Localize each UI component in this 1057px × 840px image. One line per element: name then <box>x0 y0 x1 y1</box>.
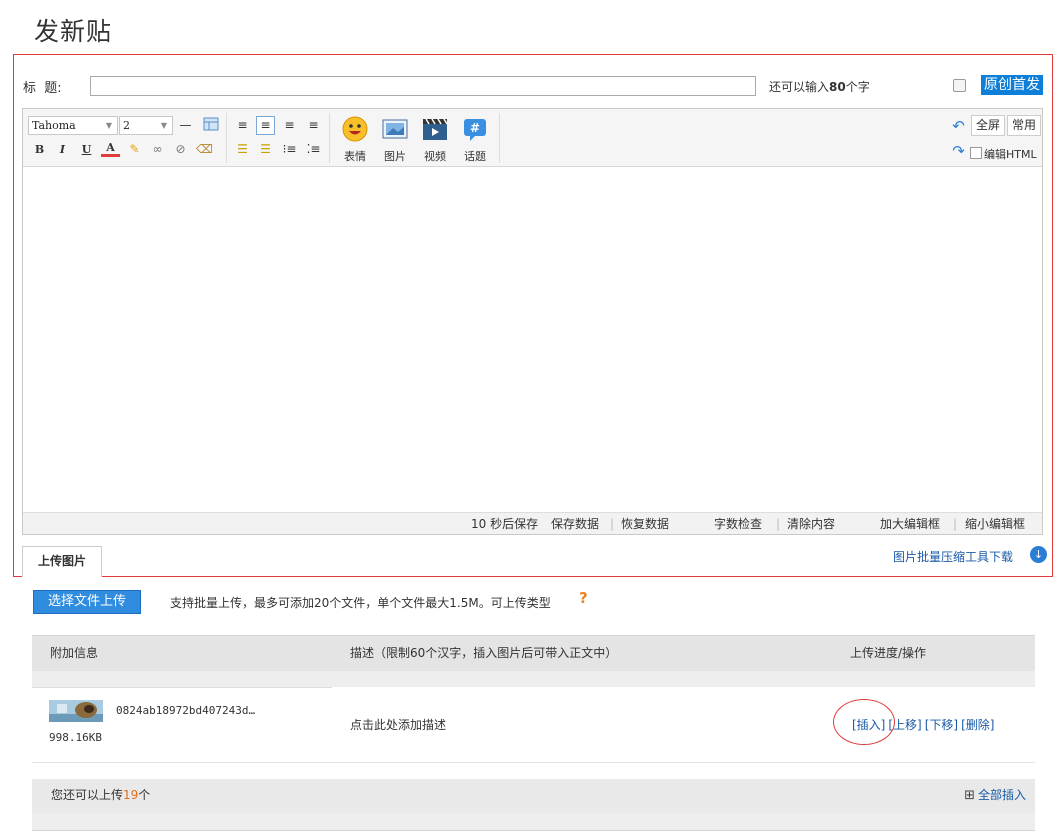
align-right-icon[interactable]: ≡ <box>304 116 323 135</box>
description-field[interactable]: 点击此处添加描述 <box>350 716 446 733</box>
upload-remaining-text: 您还可以上传19个 <box>51 788 151 802</box>
original-first-label[interactable]: 原创首发 <box>981 75 1043 95</box>
tab-upload-image[interactable]: 上传图片 <box>22 546 102 577</box>
svg-text:#: # <box>470 121 480 135</box>
table-row: 0824ab18972bd407243d… 998.16KB 点击此处添加描述 … <box>32 687 1035 763</box>
chevron-down-icon: ▼ <box>105 121 112 130</box>
fullscreen-button[interactable]: 全屏 <box>971 115 1006 136</box>
insert-all-button[interactable]: ⊞ 全部插入 <box>964 779 1026 812</box>
word-check-link[interactable]: 字数检查 <box>714 513 762 535</box>
rich-text-editor: Tahoma ▼ 2 ▼ — ≡ ≡ ≡ ≡ B I U A ✎ ∞ ⊘ ⌫ ☰ ☰… <box>22 108 1043 535</box>
link-icon[interactable]: ∞ <box>148 140 167 159</box>
save-data-link[interactable]: 保存数据 <box>551 513 599 535</box>
page-title: 发新贴 <box>34 17 113 46</box>
title-remaining-text: 还可以输入80个字 <box>769 80 870 94</box>
outdent-icon[interactable]: ☰ <box>256 140 275 159</box>
bold-icon[interactable]: B <box>30 140 49 159</box>
column-header: 附加信息 <box>50 646 99 660</box>
grid-icon: ⊞ <box>964 788 975 803</box>
table-header: 附加信息 描述（限制60个汉字，插入图片后可带入正文中） 上传进度/操作 <box>32 635 1035 671</box>
title-remaining-count: 80 <box>829 80 846 94</box>
undo-icon[interactable]: ↶ <box>949 117 968 136</box>
emoji-icon <box>342 116 368 142</box>
column-header: 上传进度/操作 <box>850 646 927 660</box>
image-button[interactable]: 图片 <box>378 113 412 165</box>
editor-toolbar: Tahoma ▼ 2 ▼ — ≡ ≡ ≡ ≡ B I U A ✎ ∞ ⊘ ⌫ ☰ ☰… <box>23 109 1042 167</box>
clear-format-icon[interactable]: ⌫ <box>195 140 214 159</box>
shrink-editor-link[interactable]: 缩小编辑框 <box>965 513 1025 535</box>
video-button[interactable]: 视频 <box>418 113 452 165</box>
edit-html-checkbox[interactable] <box>970 147 982 159</box>
editor-content-area[interactable] <box>23 167 1042 514</box>
emoji-button[interactable]: 表情 <box>338 113 372 165</box>
unlink-icon[interactable]: ⊘ <box>171 140 190 159</box>
move-down-link[interactable]: [下移] <box>925 718 958 732</box>
editor-statusbar: 10 秒后保存 保存数据 | 恢复数据 字数检查 | 清除内容 加大编辑框 | … <box>23 512 1042 534</box>
edit-html-label: 编辑HTML <box>984 148 1037 161</box>
divider: | <box>953 517 958 531</box>
restore-data-link[interactable]: 恢复数据 <box>621 513 669 535</box>
table-spacer <box>32 671 1035 687</box>
file-size: 998.16KB <box>49 731 102 744</box>
redo-icon[interactable]: ↷ <box>949 142 968 161</box>
ordered-list-icon[interactable]: ⁝≡ <box>280 140 299 159</box>
delete-link[interactable]: [删除] <box>961 718 994 732</box>
unordered-list-icon[interactable]: ⁚≡ <box>304 140 323 159</box>
upload-tip: 支持批量上传，最多可添加20个文件，单个文件最大1.5M。可上传类型 <box>170 596 551 610</box>
font-color-icon[interactable]: A <box>101 140 120 157</box>
title-row: 标 题: 还可以输入80个字 原创首发 <box>14 73 1052 99</box>
hashtag-icon: # <box>464 119 486 141</box>
video-icon <box>423 118 448 140</box>
highlight-circle <box>833 699 895 745</box>
help-icon[interactable]: ? <box>579 589 588 607</box>
table-bottom-band <box>32 813 1035 831</box>
row-divider <box>32 687 332 688</box>
align-left-icon[interactable]: ≡ <box>233 116 252 135</box>
chevron-down-icon: ▼ <box>160 121 167 130</box>
enlarge-editor-link[interactable]: 加大编辑框 <box>880 513 940 535</box>
font-size-select[interactable]: 2 ▼ <box>119 116 173 135</box>
download-icon[interactable]: ↓ <box>1030 546 1047 563</box>
autosave-countdown: 10 秒后保存 <box>471 517 539 531</box>
table-spacer <box>32 763 1035 779</box>
indent-icon[interactable]: ☰ <box>233 140 252 159</box>
title-label: 标 题: <box>23 81 62 96</box>
toolbar-separator <box>499 113 500 163</box>
batch-compress-tool-link[interactable]: 图片批量压缩工具下载 <box>893 548 1013 565</box>
align-justify-icon[interactable]: ≡ <box>256 116 275 135</box>
divider: | <box>776 517 781 531</box>
table-footer: 您还可以上传19个 ⊞ 全部插入 <box>32 779 1035 813</box>
clear-content-link[interactable]: 清除内容 <box>787 513 835 535</box>
choose-file-button[interactable]: 选择文件上传 <box>33 590 141 614</box>
file-name: 0824ab18972bd407243d… <box>116 704 256 717</box>
upload-table: 附加信息 描述（限制60个汉字，插入图片后可带入正文中） 上传进度/操作 082… <box>32 635 1035 831</box>
divider: | <box>610 517 615 531</box>
align-center-icon[interactable]: ≡ <box>280 116 299 135</box>
underline-icon[interactable]: U <box>77 140 96 159</box>
column-header: 描述（限制60个汉字，插入图片后可带入正文中） <box>350 646 618 660</box>
toolbar-separator <box>226 113 227 163</box>
italic-icon[interactable]: I <box>53 140 72 159</box>
toolbar-separator <box>329 113 330 163</box>
highlight-icon[interactable]: ✎ <box>125 140 144 159</box>
title-input[interactable] <box>90 76 756 96</box>
image-icon <box>382 119 408 139</box>
post-form-frame: 标 题: 还可以输入80个字 原创首发 Tahoma ▼ 2 ▼ — ≡ ≡ ≡ ≡… <box>13 54 1053 577</box>
thumbnail-image <box>49 700 103 722</box>
common-button[interactable]: 常用 <box>1007 115 1042 136</box>
topic-button[interactable]: # 话题 <box>458 113 492 165</box>
upload-remaining-count: 19 <box>123 788 139 802</box>
table-icon[interactable] <box>201 116 220 135</box>
font-family-select[interactable]: Tahoma ▼ <box>28 116 118 135</box>
horizontal-rule-icon[interactable]: — <box>176 116 195 135</box>
original-checkbox[interactable] <box>953 79 966 92</box>
